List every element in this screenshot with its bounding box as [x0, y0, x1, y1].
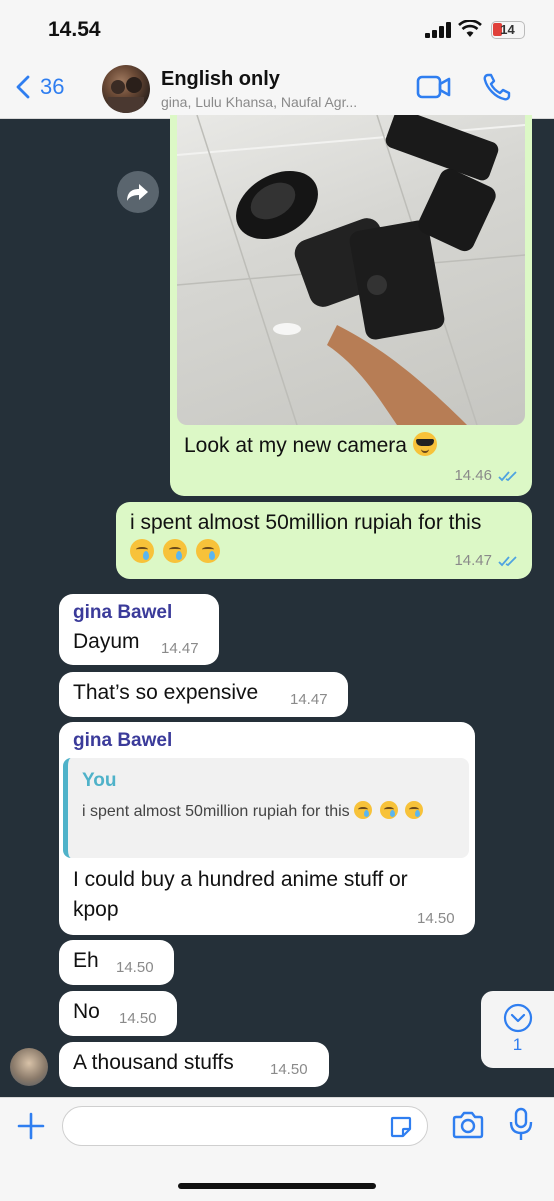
sticker-icon[interactable]: [389, 1115, 413, 1139]
message-time: 14.50: [119, 1010, 157, 1027]
incoming-message[interactable]: Eh 14.50: [59, 940, 174, 985]
sender-name[interactable]: gina Bawel: [73, 602, 172, 624]
incoming-message[interactable]: gina Bawel Dayum 14.47: [59, 594, 219, 665]
chat-header: 36 English only gina, Lulu Khansa, Naufa…: [0, 58, 554, 119]
back-button[interactable]: 36: [16, 74, 64, 100]
quoted-message[interactable]: You i spent almost 50million rupiah for …: [63, 758, 469, 858]
incoming-message[interactable]: A thousand stuffs 14.50: [59, 1042, 329, 1087]
outgoing-photo-message[interactable]: Look at my new camera 14.46: [170, 115, 532, 496]
composer-bar: [0, 1097, 554, 1201]
outgoing-message[interactable]: i spent almost 50million rupiah for this…: [116, 502, 532, 579]
message-text: I could buy a hundred anime stuff or kpo…: [73, 868, 408, 921]
message-text: Dayum: [73, 630, 140, 653]
read-ticks-icon: [498, 470, 517, 481]
incoming-message[interactable]: No 14.50: [59, 991, 177, 1036]
crying-emoji-icon: [405, 801, 424, 819]
home-indicator: [178, 1183, 376, 1189]
chevron-left-icon: [16, 75, 30, 99]
chat-participants[interactable]: gina, Lulu Khansa, Naufal Agr...: [161, 94, 357, 110]
quoted-sender: You: [82, 770, 117, 791]
unread-badge: 1: [512, 1035, 523, 1054]
sender-avatar[interactable]: [10, 1048, 48, 1086]
message-text: Look at my new camera: [184, 434, 407, 457]
crying-emoji-icon: [162, 539, 187, 563]
plus-icon[interactable]: [16, 1111, 46, 1141]
status-time: 14.54: [48, 18, 101, 41]
scroll-to-bottom-button[interactable]: 1: [481, 991, 554, 1068]
forward-icon: [127, 184, 148, 201]
message-text: Eh: [73, 949, 99, 972]
crying-emoji-icon: [130, 539, 154, 563]
camera-photo[interactable]: [177, 115, 525, 425]
message-text: i spent almost 50million rupiah for this: [130, 511, 482, 534]
unread-count: 36: [40, 74, 65, 99]
read-ticks-icon: [498, 555, 517, 566]
status-bar: 14.54 14: [0, 0, 554, 58]
incoming-reply-message[interactable]: gina Bawel You i spent almost 50million …: [59, 722, 475, 935]
crying-emoji-icon: [379, 801, 398, 819]
signal-icon: [425, 22, 451, 38]
battery-icon: 14: [491, 21, 525, 39]
message-time: 14.47: [290, 691, 328, 708]
message-text: A thousand stuffs: [73, 1051, 234, 1074]
message-time: 14.50: [270, 1061, 308, 1078]
wifi-icon: [458, 20, 482, 37]
crying-emoji-icon: [195, 539, 220, 563]
message-time: 14.47: [454, 552, 492, 569]
message-text: No: [73, 1000, 100, 1023]
chat-title[interactable]: English only: [161, 68, 280, 91]
message-list[interactable]: Look at my new camera 14.46 i spent almo…: [0, 115, 554, 1097]
microphone-icon[interactable]: [508, 1107, 534, 1143]
group-avatar[interactable]: [102, 65, 150, 113]
message-time: 14.50: [116, 959, 154, 976]
camera-icon[interactable]: [451, 1110, 485, 1140]
video-call-icon[interactable]: [416, 74, 452, 100]
incoming-message[interactable]: That’s so expensive 14.47: [59, 672, 348, 717]
sender-name[interactable]: gina Bawel: [73, 730, 172, 752]
chevron-down-circle-icon: [503, 1003, 533, 1033]
message-text: That’s so expensive: [73, 681, 259, 704]
forward-button[interactable]: [117, 171, 159, 213]
sunglasses-emoji-icon: [412, 432, 437, 456]
message-time: 14.46: [454, 467, 492, 484]
quoted-text: i spent almost 50million rupiah for this: [82, 803, 350, 820]
message-input[interactable]: [62, 1106, 428, 1146]
battery-level: 14: [500, 22, 515, 37]
phone-call-icon[interactable]: [482, 72, 512, 102]
crying-emoji-icon: [354, 801, 373, 819]
message-time: 14.47: [161, 640, 199, 657]
message-time: 14.50: [417, 910, 455, 927]
